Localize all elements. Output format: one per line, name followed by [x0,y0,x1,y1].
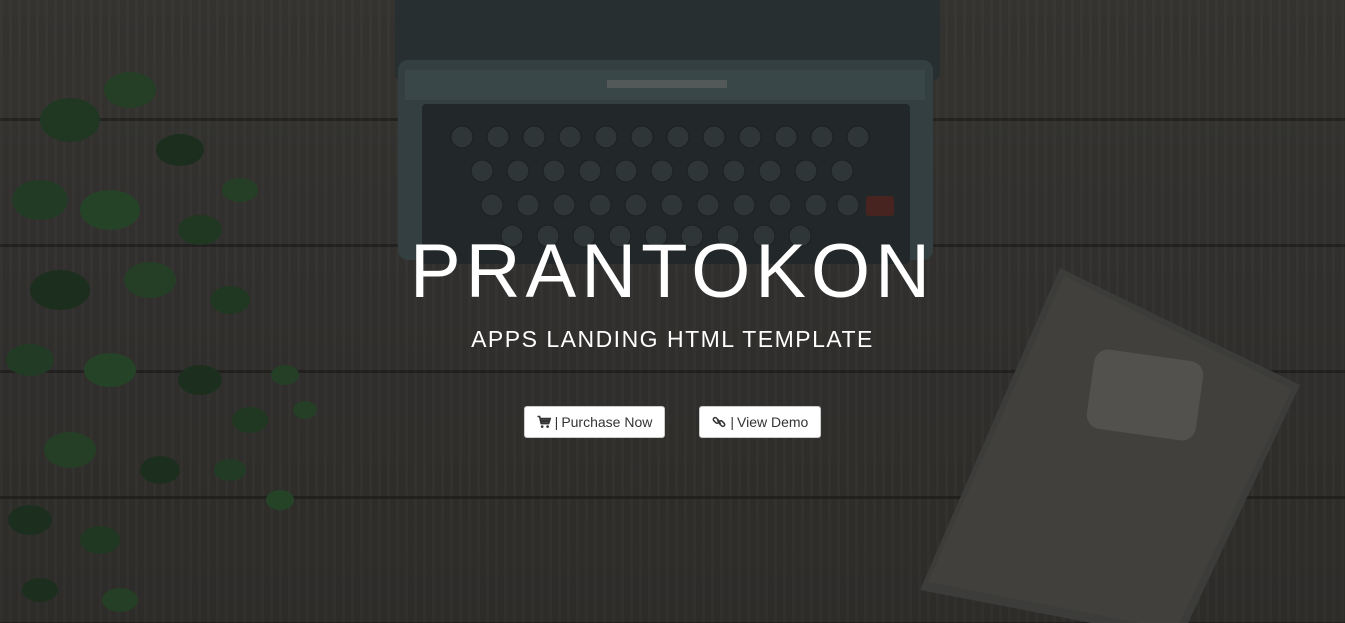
button-separator: | [730,414,734,430]
purchase-now-label: Purchase Now [561,414,653,430]
hero-subtitle: APPS LANDING HTML TEMPLATE [471,326,874,352]
hero-content: PRANTOKON APPS LANDING HTML TEMPLATE | P… [0,228,1345,438]
purchase-now-button[interactable]: | Purchase Now [523,406,666,438]
button-separator: | [554,414,559,430]
view-demo-label: View Demo [737,414,809,430]
view-demo-button[interactable]: | View Demo [699,406,822,438]
link-icon [712,416,726,428]
cart-icon [537,415,551,428]
hero-title: PRANTOKON [409,229,935,314]
hero-buttons: | Purchase Now | View Demo [0,406,1345,438]
hero-section: PRANTOKON APPS LANDING HTML TEMPLATE | P… [0,0,1345,623]
